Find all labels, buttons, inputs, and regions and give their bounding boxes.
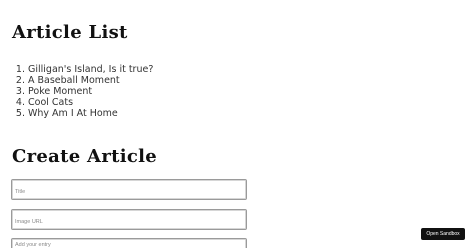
article-list-item: Cool Cats [28,97,153,108]
create-article-heading: Create Article [12,146,158,167]
entry-textarea[interactable] [12,240,246,248]
image-url-field [11,209,247,232]
article-list-item: Poke Moment [28,86,153,97]
title-input[interactable] [12,182,246,202]
article-list-item: Why Am I At Home [28,108,153,119]
entry-field [11,238,247,248]
image-url-input[interactable] [12,212,246,232]
title-field [11,179,247,202]
article-list-heading: Article List [12,22,128,43]
open-sandbox-button[interactable]: Open Sandbox [421,228,465,240]
article-list: Gilligan's Island, Is it true? A Basebal… [12,64,153,119]
article-list-item: Gilligan's Island, Is it true? [28,64,153,75]
article-list-item: A Baseball Moment [28,75,153,86]
